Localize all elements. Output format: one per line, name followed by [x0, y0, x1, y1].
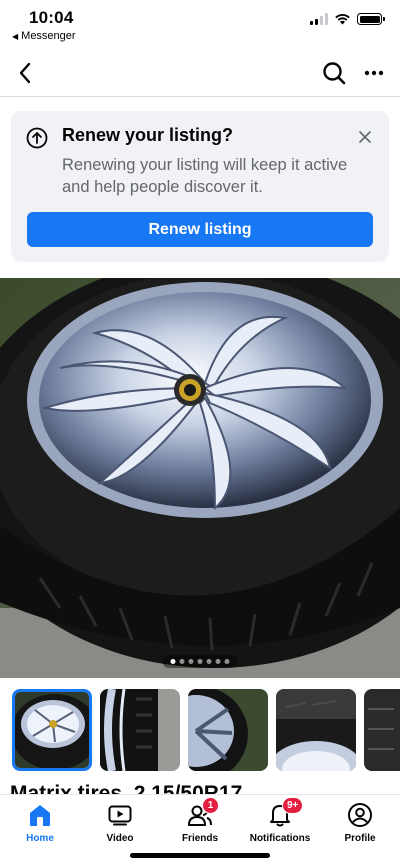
close-icon	[359, 131, 371, 143]
tab-label: Profile	[344, 833, 376, 844]
page-dot	[206, 659, 212, 664]
search-button[interactable]	[318, 57, 350, 89]
renew-card-title: Renew your listing?	[62, 125, 234, 145]
bell-icon: 9+	[266, 797, 304, 829]
chevron-left-icon	[19, 62, 31, 84]
wifi-icon	[335, 14, 350, 25]
page-dot	[215, 659, 221, 664]
cellular-signal-icon	[310, 13, 328, 25]
top-nav	[0, 52, 400, 96]
more-horizontal-icon	[364, 70, 384, 76]
back-button[interactable]	[10, 58, 40, 88]
thumbnail-image	[100, 689, 180, 771]
status-bar: 10:04 ◀ Messenger	[0, 0, 400, 48]
more-options-button[interactable]	[358, 57, 390, 89]
thumbnail-3[interactable]	[188, 689, 268, 771]
tab-home[interactable]: Home	[0, 801, 80, 847]
thumbnail-1[interactable]	[12, 689, 92, 771]
battery-icon	[357, 13, 385, 25]
status-icons	[310, 13, 385, 25]
friends-icon: 1	[186, 797, 219, 829]
thumbnail-image	[276, 689, 356, 771]
thumbnail-image	[15, 692, 89, 768]
tab-video[interactable]: Video	[80, 801, 160, 847]
back-triangle-icon: ◀	[12, 31, 19, 41]
status-time: 10:04	[29, 8, 74, 27]
tire-photo-image	[0, 278, 400, 678]
page-dot	[224, 659, 230, 664]
renew-card-description: Renewing your listing will keep it activ…	[62, 156, 348, 196]
photo-pagination-dots	[162, 655, 238, 668]
tab-label: Notifications	[249, 833, 311, 844]
home-icon	[26, 801, 54, 829]
page-dot	[179, 659, 185, 664]
thumbnail-image	[188, 689, 268, 771]
tab-label: Friends	[181, 833, 219, 844]
tab-friends[interactable]: 1 Friends	[160, 797, 240, 847]
tab-label: Home	[26, 833, 54, 844]
tab-label: Video	[106, 833, 134, 844]
page-dot	[170, 659, 176, 664]
arrow-up-circle-icon	[26, 127, 48, 149]
page-dot	[197, 659, 203, 664]
tab-profile[interactable]: Profile	[320, 801, 400, 847]
tab-notifications[interactable]: 9+ Notifications	[240, 797, 320, 847]
thumbnail-image	[364, 689, 400, 771]
renew-listing-card: Renew your listing? Renewing your listin…	[11, 111, 389, 262]
back-to-app-link[interactable]: ◀ Messenger	[12, 30, 76, 42]
header-divider	[0, 96, 400, 97]
thumbnail-5[interactable]	[364, 689, 400, 771]
home-indicator[interactable]	[130, 853, 270, 858]
renew-card-close-button[interactable]	[355, 127, 375, 147]
thumbnail-4[interactable]	[276, 689, 356, 771]
bottom-tab-bar: Home Video 1 Friends 9+ Notifications Pr…	[0, 794, 400, 866]
profile-icon	[346, 801, 374, 829]
search-icon	[323, 62, 346, 85]
back-app-label: Messenger	[21, 30, 76, 42]
listing-title: Matrix tires, 2 15/50R17	[10, 782, 243, 794]
thumbnail-strip	[12, 689, 400, 771]
thumbnail-2[interactable]	[100, 689, 180, 771]
notifications-badge: 9+	[282, 797, 304, 814]
renew-listing-button[interactable]: Renew listing	[27, 212, 373, 247]
video-icon	[106, 801, 134, 829]
friends-badge: 1	[202, 797, 219, 814]
page-dot	[188, 659, 194, 664]
main-listing-photo[interactable]	[0, 278, 400, 678]
